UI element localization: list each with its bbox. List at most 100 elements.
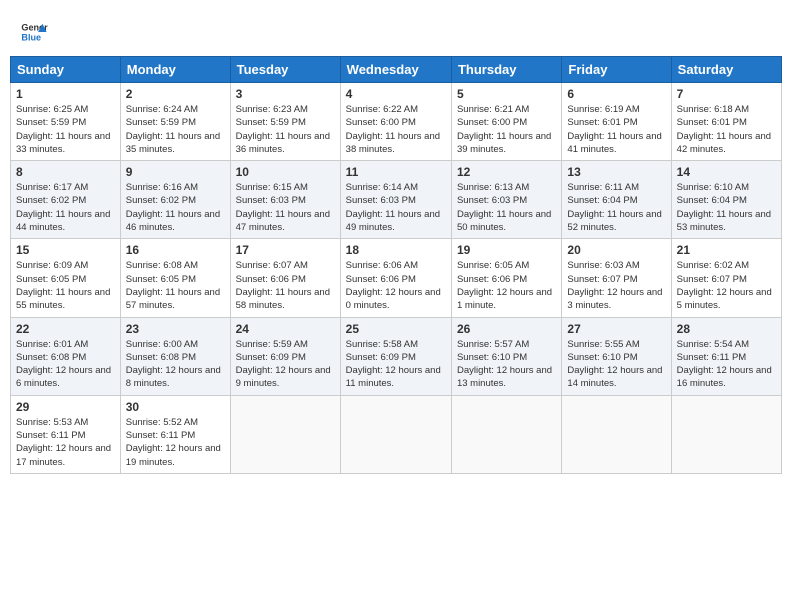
- day-number: 24: [236, 322, 335, 336]
- weekday-header-cell: Thursday: [451, 57, 561, 83]
- calendar-cell: 7 Sunrise: 6:18 AMSunset: 6:01 PMDaylight…: [671, 83, 781, 161]
- day-info: Sunrise: 6:14 AMSunset: 6:03 PMDaylight:…: [346, 181, 446, 234]
- day-number: 7: [677, 87, 776, 101]
- day-info: Sunrise: 6:06 AMSunset: 6:06 PMDaylight:…: [346, 259, 446, 312]
- day-number: 3: [236, 87, 335, 101]
- day-number: 21: [677, 243, 776, 257]
- day-number: 28: [677, 322, 776, 336]
- calendar-cell: 21 Sunrise: 6:02 AMSunset: 6:07 PMDayligh…: [671, 239, 781, 317]
- calendar-cell: [340, 395, 451, 473]
- day-info: Sunrise: 5:55 AMSunset: 6:10 PMDaylight:…: [567, 338, 665, 391]
- svg-text:Blue: Blue: [21, 32, 41, 42]
- calendar-week-row: 15Sunrise: 6:09 AMSunset: 6:05 PMDayligh…: [11, 239, 782, 317]
- day-number: 17: [236, 243, 335, 257]
- day-info: Sunrise: 6:11 AMSunset: 6:04 PMDaylight:…: [567, 181, 665, 234]
- calendar-cell: 20 Sunrise: 6:03 AMSunset: 6:07 PMDayligh…: [562, 239, 671, 317]
- day-info: Sunrise: 6:18 AMSunset: 6:01 PMDaylight:…: [677, 103, 776, 156]
- calendar-cell: 6 Sunrise: 6:19 AMSunset: 6:01 PMDaylight…: [562, 83, 671, 161]
- day-info: Sunrise: 6:16 AMSunset: 6:02 PMDaylight:…: [126, 181, 225, 234]
- day-info: Sunrise: 5:52 AMSunset: 6:11 PMDaylight:…: [126, 416, 225, 469]
- day-number: 15: [16, 243, 115, 257]
- day-number: 4: [346, 87, 446, 101]
- calendar-cell: 1 Sunrise: 6:25 AMSunset: 5:59 PMDaylight…: [11, 83, 121, 161]
- day-number: 6: [567, 87, 665, 101]
- weekday-header-cell: Monday: [120, 57, 230, 83]
- day-number: 8: [16, 165, 115, 179]
- calendar-body: 1 Sunrise: 6:25 AMSunset: 5:59 PMDaylight…: [11, 83, 782, 474]
- day-info: Sunrise: 6:23 AMSunset: 5:59 PMDaylight:…: [236, 103, 335, 156]
- day-info: Sunrise: 6:13 AMSunset: 6:03 PMDaylight:…: [457, 181, 556, 234]
- calendar-week-row: 29 Sunrise: 5:53 AMSunset: 6:11 PMDayligh…: [11, 395, 782, 473]
- day-number: 27: [567, 322, 665, 336]
- day-number: 1: [16, 87, 115, 101]
- calendar-cell: 22Sunrise: 6:01 AMSunset: 6:08 PMDayligh…: [11, 317, 121, 395]
- day-info: Sunrise: 6:25 AMSunset: 5:59 PMDaylight:…: [16, 103, 115, 156]
- calendar-cell: 4 Sunrise: 6:22 AMSunset: 6:00 PMDaylight…: [340, 83, 451, 161]
- calendar-cell: [451, 395, 561, 473]
- day-info: Sunrise: 6:17 AMSunset: 6:02 PMDaylight:…: [16, 181, 115, 234]
- day-number: 9: [126, 165, 225, 179]
- day-info: Sunrise: 6:19 AMSunset: 6:01 PMDaylight:…: [567, 103, 665, 156]
- calendar-cell: 3 Sunrise: 6:23 AMSunset: 5:59 PMDaylight…: [230, 83, 340, 161]
- day-number: 26: [457, 322, 556, 336]
- calendar-table: SundayMondayTuesdayWednesdayThursdayFrid…: [10, 56, 782, 474]
- day-number: 13: [567, 165, 665, 179]
- calendar-cell: 16 Sunrise: 6:08 AMSunset: 6:05 PMDayligh…: [120, 239, 230, 317]
- calendar-cell: 17 Sunrise: 6:07 AMSunset: 6:06 PMDayligh…: [230, 239, 340, 317]
- calendar-cell: 8 Sunrise: 6:17 AMSunset: 6:02 PMDaylight…: [11, 161, 121, 239]
- day-number: 14: [677, 165, 776, 179]
- day-info: Sunrise: 6:07 AMSunset: 6:06 PMDaylight:…: [236, 259, 335, 312]
- calendar-cell: 23 Sunrise: 6:00 AMSunset: 6:08 PMDayligh…: [120, 317, 230, 395]
- day-number: 29: [16, 400, 115, 414]
- day-info: Sunrise: 5:54 AMSunset: 6:11 PMDaylight:…: [677, 338, 776, 391]
- calendar-cell: 18 Sunrise: 6:06 AMSunset: 6:06 PMDayligh…: [340, 239, 451, 317]
- day-number: 16: [126, 243, 225, 257]
- calendar-week-row: 1 Sunrise: 6:25 AMSunset: 5:59 PMDaylight…: [11, 83, 782, 161]
- day-number: 18: [346, 243, 446, 257]
- calendar-week-row: 8 Sunrise: 6:17 AMSunset: 6:02 PMDaylight…: [11, 161, 782, 239]
- day-info: Sunrise: 6:24 AMSunset: 5:59 PMDaylight:…: [126, 103, 225, 156]
- calendar-cell: [671, 395, 781, 473]
- day-info: Sunrise: 6:08 AMSunset: 6:05 PMDaylight:…: [126, 259, 225, 312]
- calendar-cell: 14Sunrise: 6:10 AMSunset: 6:04 PMDayligh…: [671, 161, 781, 239]
- day-info: Sunrise: 6:03 AMSunset: 6:07 PMDaylight:…: [567, 259, 665, 312]
- calendar-cell: 30Sunrise: 5:52 AMSunset: 6:11 PMDayligh…: [120, 395, 230, 473]
- calendar-cell: 12 Sunrise: 6:13 AMSunset: 6:03 PMDayligh…: [451, 161, 561, 239]
- day-number: 20: [567, 243, 665, 257]
- logo: General Blue: [20, 18, 48, 46]
- day-info: Sunrise: 5:58 AMSunset: 6:09 PMDaylight:…: [346, 338, 446, 391]
- day-info: Sunrise: 5:53 AMSunset: 6:11 PMDaylight:…: [16, 416, 115, 469]
- day-number: 12: [457, 165, 556, 179]
- calendar-cell: [230, 395, 340, 473]
- calendar-cell: 11 Sunrise: 6:14 AMSunset: 6:03 PMDayligh…: [340, 161, 451, 239]
- calendar-week-row: 22Sunrise: 6:01 AMSunset: 6:08 PMDayligh…: [11, 317, 782, 395]
- day-number: 23: [126, 322, 225, 336]
- day-info: Sunrise: 6:22 AMSunset: 6:00 PMDaylight:…: [346, 103, 446, 156]
- day-number: 2: [126, 87, 225, 101]
- calendar-cell: 25 Sunrise: 5:58 AMSunset: 6:09 PMDayligh…: [340, 317, 451, 395]
- calendar-cell: 5 Sunrise: 6:21 AMSunset: 6:00 PMDaylight…: [451, 83, 561, 161]
- calendar-cell: 9 Sunrise: 6:16 AMSunset: 6:02 PMDaylight…: [120, 161, 230, 239]
- weekday-header-cell: Wednesday: [340, 57, 451, 83]
- weekday-header-cell: Friday: [562, 57, 671, 83]
- logo-icon: General Blue: [20, 18, 48, 46]
- day-info: Sunrise: 6:15 AMSunset: 6:03 PMDaylight:…: [236, 181, 335, 234]
- calendar-cell: [562, 395, 671, 473]
- calendar-cell: 28 Sunrise: 5:54 AMSunset: 6:11 PMDayligh…: [671, 317, 781, 395]
- day-number: 19: [457, 243, 556, 257]
- day-info: Sunrise: 6:21 AMSunset: 6:00 PMDaylight:…: [457, 103, 556, 156]
- calendar-cell: 27 Sunrise: 5:55 AMSunset: 6:10 PMDayligh…: [562, 317, 671, 395]
- day-number: 11: [346, 165, 446, 179]
- calendar-cell: 13 Sunrise: 6:11 AMSunset: 6:04 PMDayligh…: [562, 161, 671, 239]
- day-info: Sunrise: 6:00 AMSunset: 6:08 PMDaylight:…: [126, 338, 225, 391]
- weekday-header-cell: Sunday: [11, 57, 121, 83]
- weekday-header-cell: Saturday: [671, 57, 781, 83]
- weekday-header-row: SundayMondayTuesdayWednesdayThursdayFrid…: [11, 57, 782, 83]
- weekday-header-cell: Tuesday: [230, 57, 340, 83]
- calendar-cell: 24Sunrise: 5:59 AMSunset: 6:09 PMDayligh…: [230, 317, 340, 395]
- day-info: Sunrise: 6:02 AMSunset: 6:07 PMDaylight:…: [677, 259, 776, 312]
- day-number: 25: [346, 322, 446, 336]
- day-number: 5: [457, 87, 556, 101]
- calendar-cell: 10Sunrise: 6:15 AMSunset: 6:03 PMDayligh…: [230, 161, 340, 239]
- day-info: Sunrise: 6:05 AMSunset: 6:06 PMDaylight:…: [457, 259, 556, 312]
